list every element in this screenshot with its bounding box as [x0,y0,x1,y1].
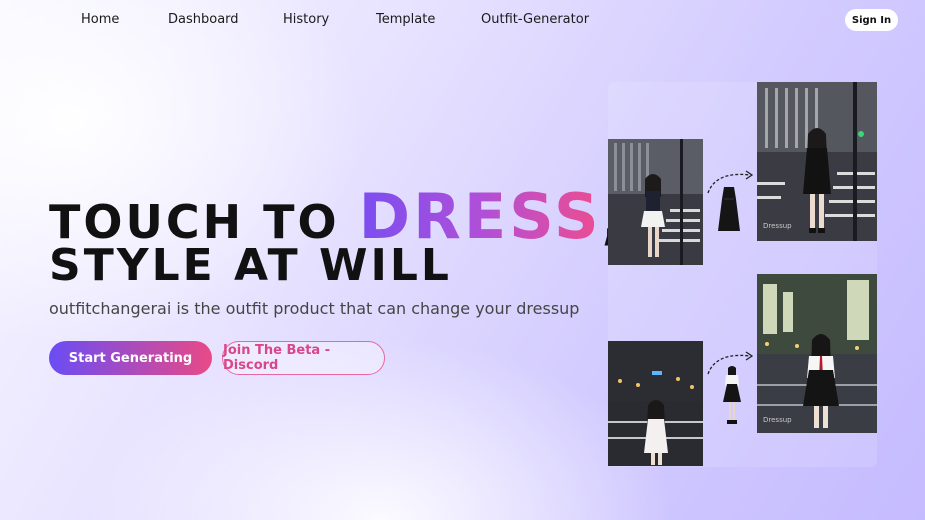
after-photo-1: Dressup [757,82,877,241]
hero-subtitle: outfitchangerai is the outfit product th… [49,299,580,318]
nav-dashboard[interactable]: Dashboard [168,12,239,27]
watermark-1: Dressup [763,222,792,230]
before-photo-1 [608,139,703,265]
after-photo-2: Dressup [757,274,877,433]
outfit-showcase: Dressup Dressup [608,82,877,467]
outfit-reference-icon [723,366,741,424]
watermark-2: Dressup [763,416,792,424]
black-dress-icon [718,187,740,231]
nav-template[interactable]: Template [376,12,435,27]
start-generating-button[interactable]: Start Generating [49,341,212,375]
nav-home[interactable]: Home [81,12,119,27]
top-nav: Home Dashboard History Template Outfit-G… [0,0,925,40]
nav-history[interactable]: History [283,12,329,27]
join-discord-button[interactable]: Join The Beta - Discord [222,341,385,375]
before-photo-2 [608,341,703,466]
sign-in-button[interactable]: Sign In [845,9,898,31]
nav-outfit-generator[interactable]: Outfit-Generator [481,12,589,27]
hero-title-line2: STYLE AT WILL [49,240,452,291]
